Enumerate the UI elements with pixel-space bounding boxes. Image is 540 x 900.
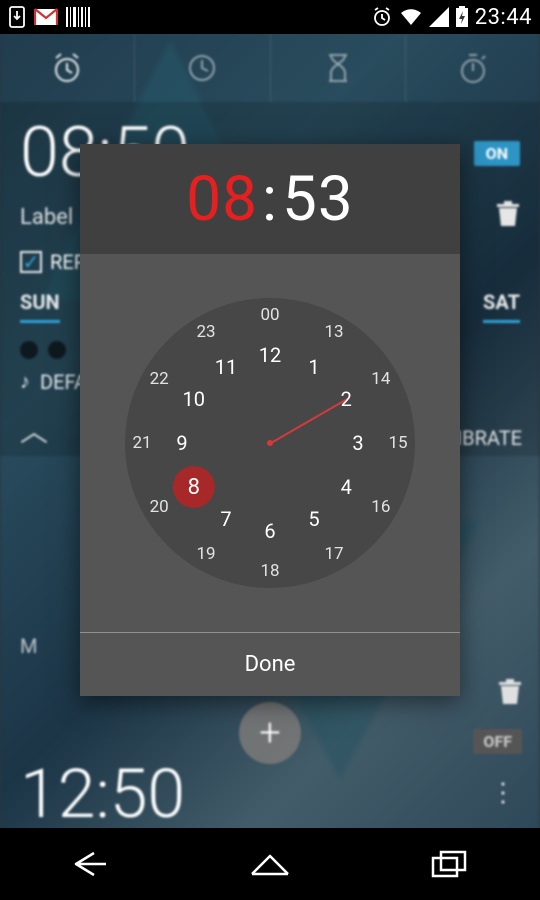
hour-18[interactable]: 18 (255, 556, 285, 586)
nav-back-button[interactable] (60, 844, 120, 884)
barcode-icon (66, 7, 90, 27)
status-time: 23:44 (475, 5, 532, 30)
alarm-icon (371, 6, 393, 28)
hour-4[interactable]: 4 (331, 472, 361, 502)
hour-15[interactable]: 15 (383, 428, 413, 458)
hour-21[interactable]: 21 (127, 428, 157, 458)
picker-minute[interactable]: 53 (282, 163, 354, 236)
trash-icon-2[interactable] (498, 678, 522, 710)
nav-recents-button[interactable] (420, 844, 480, 884)
hour-8[interactable]: 8 (173, 466, 215, 508)
hour-2[interactable]: 2 (331, 384, 361, 414)
plus-icon: + (259, 711, 280, 755)
alarm-toggle-off[interactable]: OFF (473, 729, 522, 754)
day-sun[interactable]: SUN (20, 290, 60, 323)
wifi-icon (399, 7, 423, 27)
hour-10[interactable]: 10 (179, 384, 209, 414)
gmail-icon (34, 8, 58, 26)
time-picker-dialog: 08 : 53 12001132143154165176187198209211… (80, 144, 460, 696)
tab-timer[interactable] (271, 34, 406, 102)
hour-14[interactable]: 14 (366, 364, 396, 394)
app-tabs (0, 34, 540, 102)
hour-11[interactable]: 11 (211, 352, 241, 382)
hour-23[interactable]: 23 (191, 317, 221, 347)
hour-9[interactable]: 9 (167, 428, 197, 458)
signal-icon (429, 7, 449, 27)
clock-center-dot (267, 440, 273, 446)
alarm-toggle-on[interactable]: ON (474, 141, 520, 166)
time-picker-display: 08 : 53 (80, 144, 460, 254)
day-sat[interactable]: SAT (483, 290, 520, 323)
music-note-icon: ♪ (20, 369, 30, 394)
hour-5[interactable]: 5 (299, 504, 329, 534)
clock-face[interactable]: 120011321431541651761871982092110221123 (125, 298, 415, 588)
hour-12[interactable]: 12 (255, 340, 285, 370)
overflow-menu-icon[interactable]: ⋮ (490, 778, 516, 808)
hour-16[interactable]: 16 (366, 492, 396, 522)
battery-charging-icon (455, 6, 469, 28)
hour-17[interactable]: 17 (319, 539, 349, 569)
add-alarm-button[interactable]: + (239, 702, 301, 764)
hour-13[interactable]: 13 (319, 317, 349, 347)
done-button[interactable]: Done (80, 632, 460, 696)
navigation-bar (0, 828, 540, 900)
hour-20[interactable]: 20 (144, 492, 174, 522)
tab-clock[interactable] (135, 34, 270, 102)
hour-3[interactable]: 3 (343, 428, 373, 458)
tab-stopwatch[interactable] (406, 34, 540, 102)
alarm-label-input[interactable]: Label (20, 205, 73, 230)
repeat-checkbox[interactable]: ✓ (20, 251, 42, 273)
picker-hour[interactable]: 08 (186, 163, 258, 236)
download-icon (8, 6, 26, 28)
alarm-time-secondary[interactable]: 12:50 (20, 754, 185, 834)
hour-00[interactable]: 00 (255, 300, 285, 330)
tab-alarm[interactable] (0, 34, 135, 102)
alarm-card-secondary: M (20, 634, 37, 664)
hour-1[interactable]: 1 (299, 352, 329, 382)
picker-colon: : (258, 163, 282, 236)
hour-6[interactable]: 6 (255, 516, 285, 546)
status-bar: 23:44 (0, 0, 540, 34)
trash-icon[interactable] (496, 200, 520, 234)
hour-7[interactable]: 7 (211, 504, 241, 534)
hour-19[interactable]: 19 (191, 539, 221, 569)
nav-home-button[interactable] (240, 844, 300, 884)
hour-22[interactable]: 22 (144, 364, 174, 394)
